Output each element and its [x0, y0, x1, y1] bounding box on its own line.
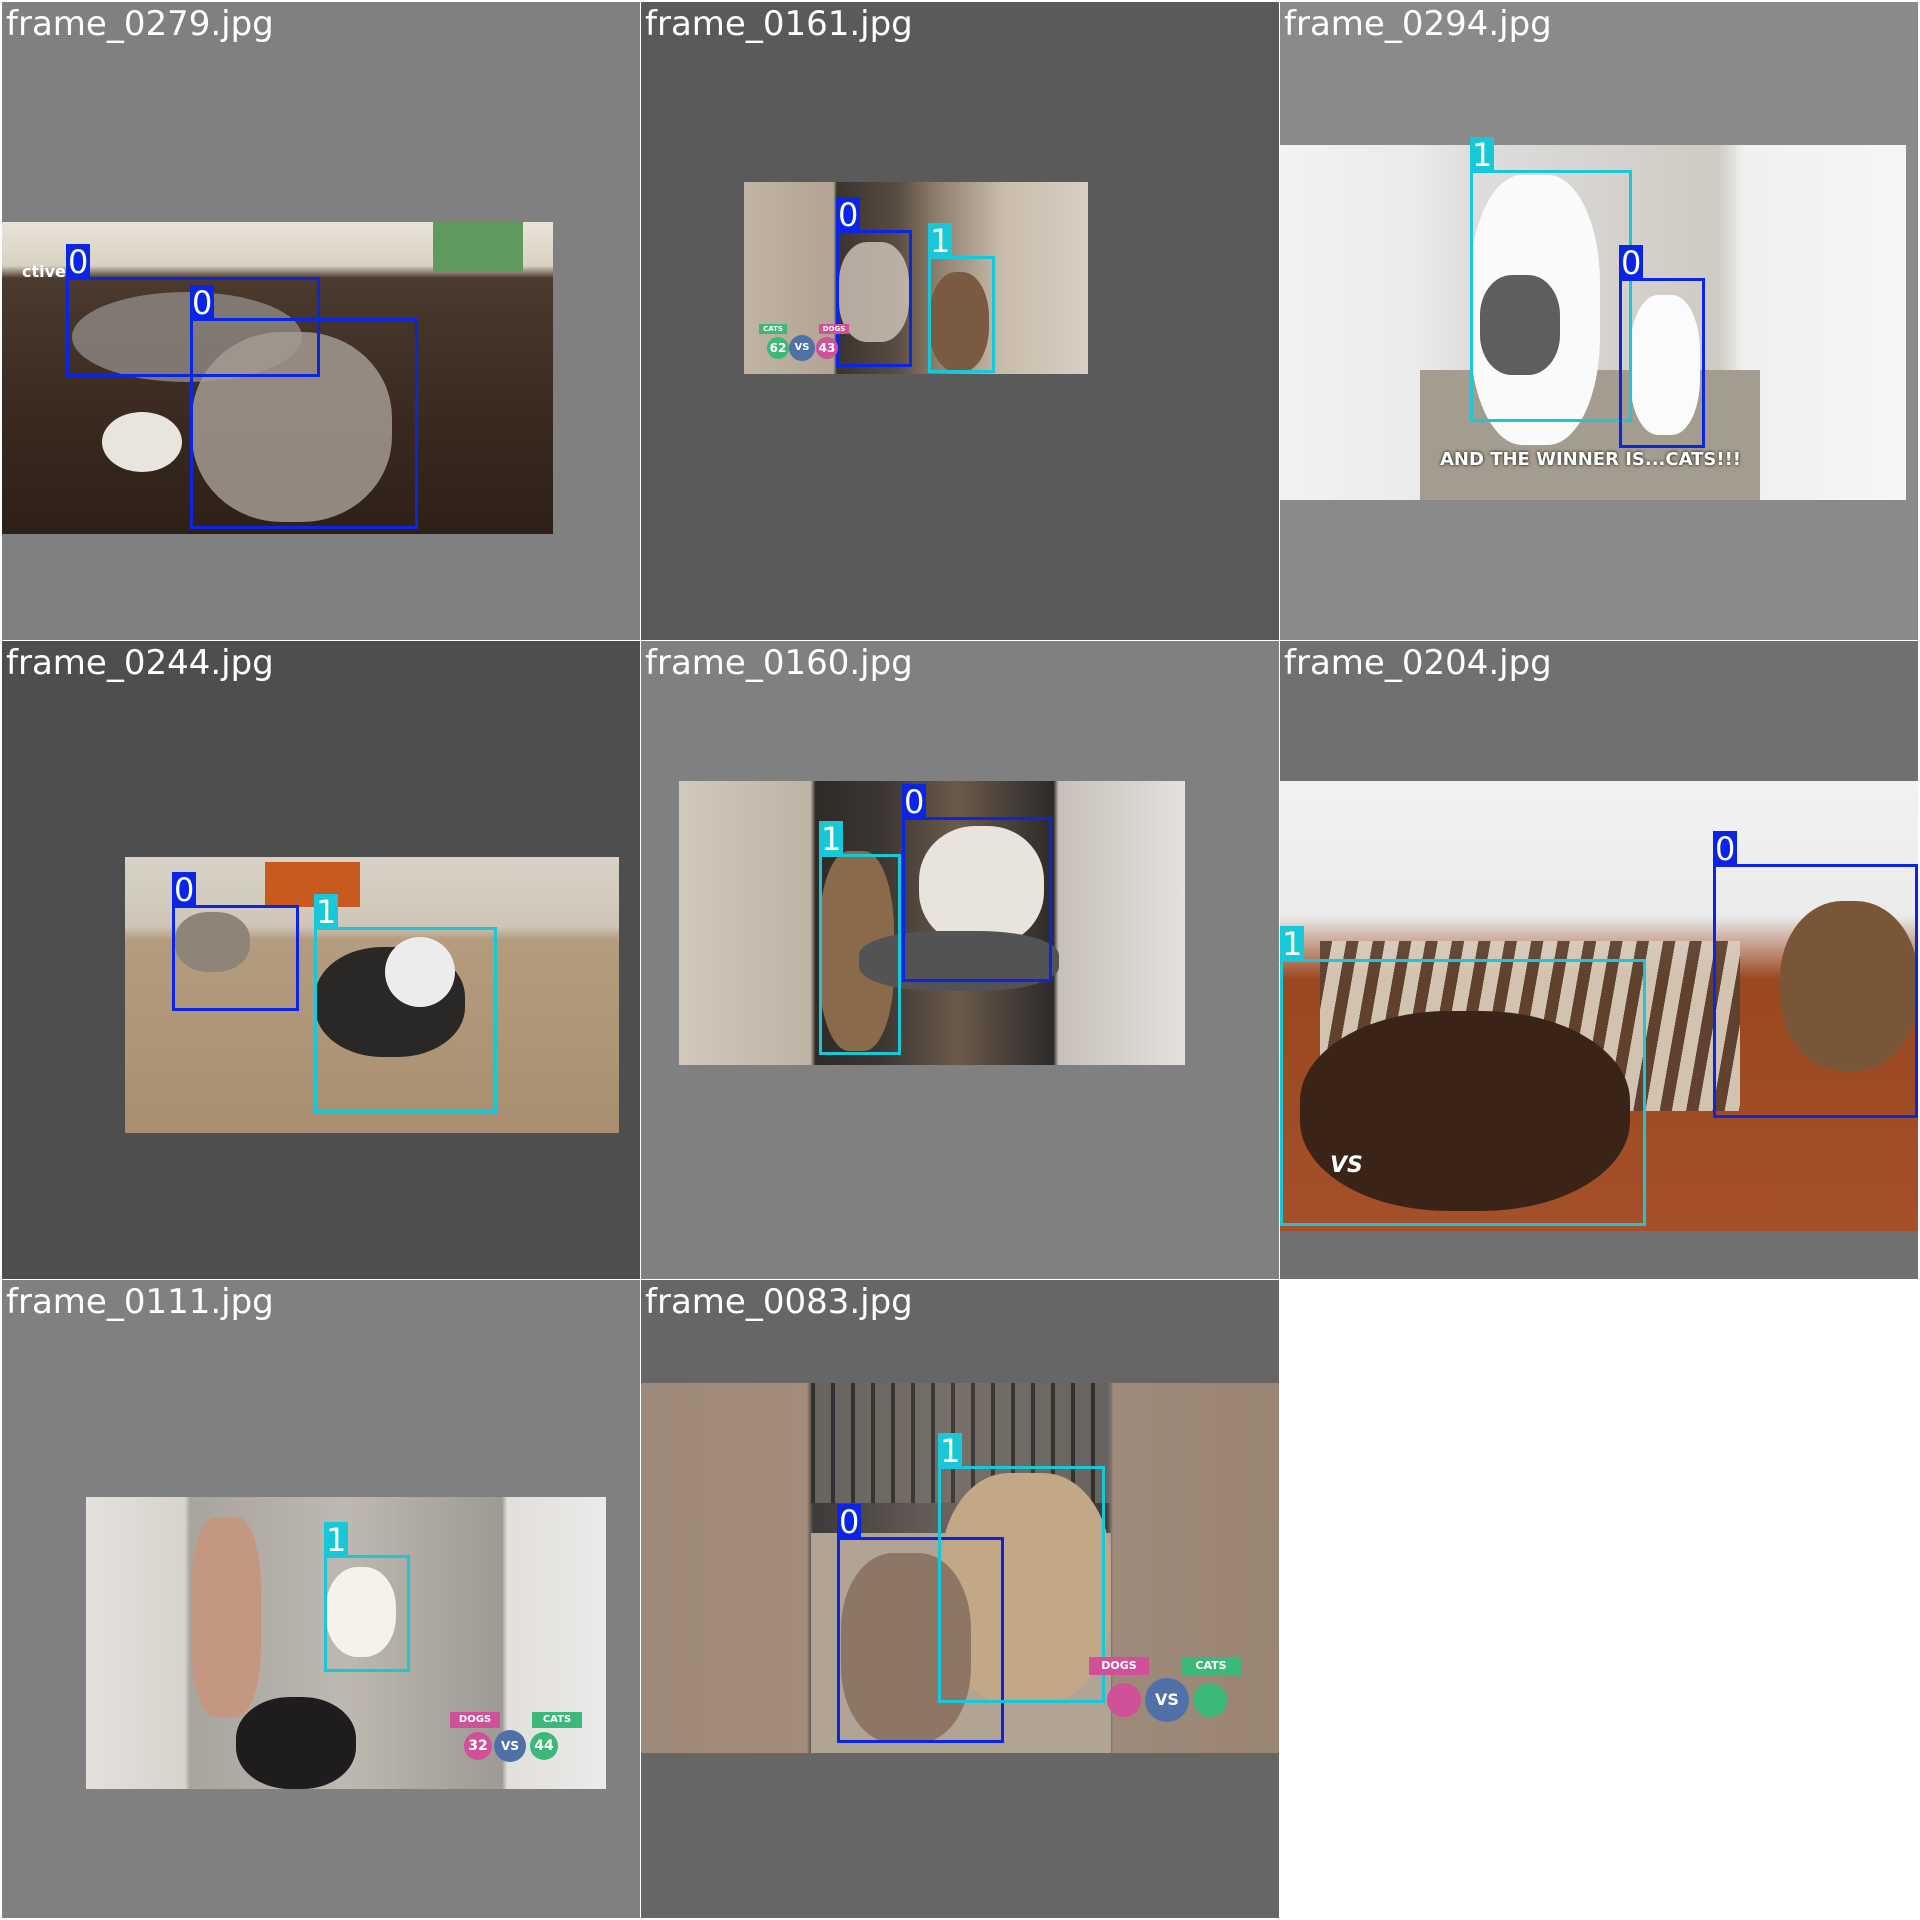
bounding-box-class-0: 0 — [1619, 245, 1705, 448]
bounding-box-label: 1 — [324, 1521, 349, 1559]
bounding-box-label: 0 — [836, 196, 861, 234]
empty-grid-cell — [1280, 1280, 1918, 1918]
vs-badge: VS — [789, 335, 815, 361]
bounding-box-class-1: 1 — [314, 894, 497, 1113]
bounding-box-class-1: 1 — [1280, 926, 1646, 1226]
tile-title: frame_0204.jpg — [1284, 643, 1552, 683]
bounding-box-label: 0 — [66, 243, 91, 281]
cats-badge: CATS — [532, 1712, 582, 1728]
tile-frame-0111: frame_0111.jpg DOGS CATS 32 VS 44 1 — [2, 1280, 640, 1918]
cats-circle — [1193, 1683, 1227, 1717]
dogs-score: 43 — [816, 337, 838, 359]
bounding-box-label: 0 — [902, 783, 927, 821]
tile-title: frame_0083.jpg — [645, 1282, 913, 1322]
bounding-box-label: 0 — [172, 871, 197, 909]
bounding-box-label: 1 — [314, 893, 339, 931]
tile-frame-0161: frame_0161.jpg CATS DOGS 62 VS 43 0 1 — [641, 2, 1279, 640]
tile-frame-0204: frame_0204.jpg VS 0 1 — [1280, 641, 1918, 1279]
bounding-box-class-1: 1 — [324, 1522, 410, 1672]
vs-badge: VS — [1145, 1678, 1189, 1722]
cats-score: 44 — [530, 1732, 558, 1760]
cats-badge: CATS — [759, 324, 787, 334]
tile-frame-0294: frame_0294.jpg AND THE WINNER IS...CATS!… — [1280, 2, 1918, 640]
bounding-box-label: 0 — [1619, 244, 1644, 282]
bounding-box-class-1: 1 — [938, 1433, 1105, 1703]
bounding-box-class-0: 0 — [172, 872, 299, 1011]
dogs-score: 32 — [464, 1732, 492, 1760]
tile-frame-0160: frame_0160.jpg 1 0 — [641, 641, 1279, 1279]
bounding-box-class-1: 1 — [819, 821, 901, 1055]
dogs-badge: DOGS — [1089, 1657, 1149, 1675]
tile-frame-0244: frame_0244.jpg 0 1 — [2, 641, 640, 1279]
vs-badge: VS — [494, 1730, 526, 1762]
bounding-box-label: 1 — [928, 222, 953, 260]
tile-title: frame_0279.jpg — [6, 4, 274, 44]
bounding-box-class-1: 1 — [928, 223, 995, 373]
bounding-box-label: 0 — [1713, 830, 1738, 868]
cats-score: 62 — [767, 337, 789, 359]
tile-title: frame_0160.jpg — [645, 643, 913, 683]
bounding-box-class-0: 0 — [836, 197, 912, 367]
watermark-text: VS — [1330, 1153, 1363, 1178]
bounding-box-class-1: 1 — [1470, 137, 1632, 422]
bounding-box-class-0: 0 — [190, 285, 418, 529]
video-caption: AND THE WINNER IS...CATS!!! — [1440, 449, 1741, 470]
bounding-box-label: 0 — [837, 1503, 862, 1541]
bounding-box-class-0: 0 — [1713, 831, 1918, 1118]
tile-title: frame_0244.jpg — [6, 643, 274, 683]
tile-frame-0083: frame_0083.jpg DOGS CATS VS 0 1 — [641, 1280, 1279, 1918]
bounding-box-label: 1 — [1470, 136, 1495, 174]
bounding-box-label: 1 — [1280, 925, 1305, 963]
dogs-circle — [1107, 1683, 1141, 1717]
watermark-text: ctive — [22, 262, 66, 281]
bounding-box-label: 1 — [938, 1432, 963, 1470]
tile-title: frame_0294.jpg — [1284, 4, 1552, 44]
dogs-badge: DOGS — [819, 324, 849, 334]
bounding-box-label: 1 — [819, 820, 844, 858]
tile-title: frame_0161.jpg — [645, 4, 913, 44]
bounding-box-class-0: 0 — [902, 784, 1052, 982]
cats-badge: CATS — [1181, 1657, 1241, 1675]
tile-title: frame_0111.jpg — [6, 1282, 274, 1322]
dogs-badge: DOGS — [450, 1712, 500, 1728]
tile-frame-0279: frame_0279.jpg ctive 0 0 — [2, 2, 640, 640]
bounding-box-label: 0 — [190, 284, 215, 322]
